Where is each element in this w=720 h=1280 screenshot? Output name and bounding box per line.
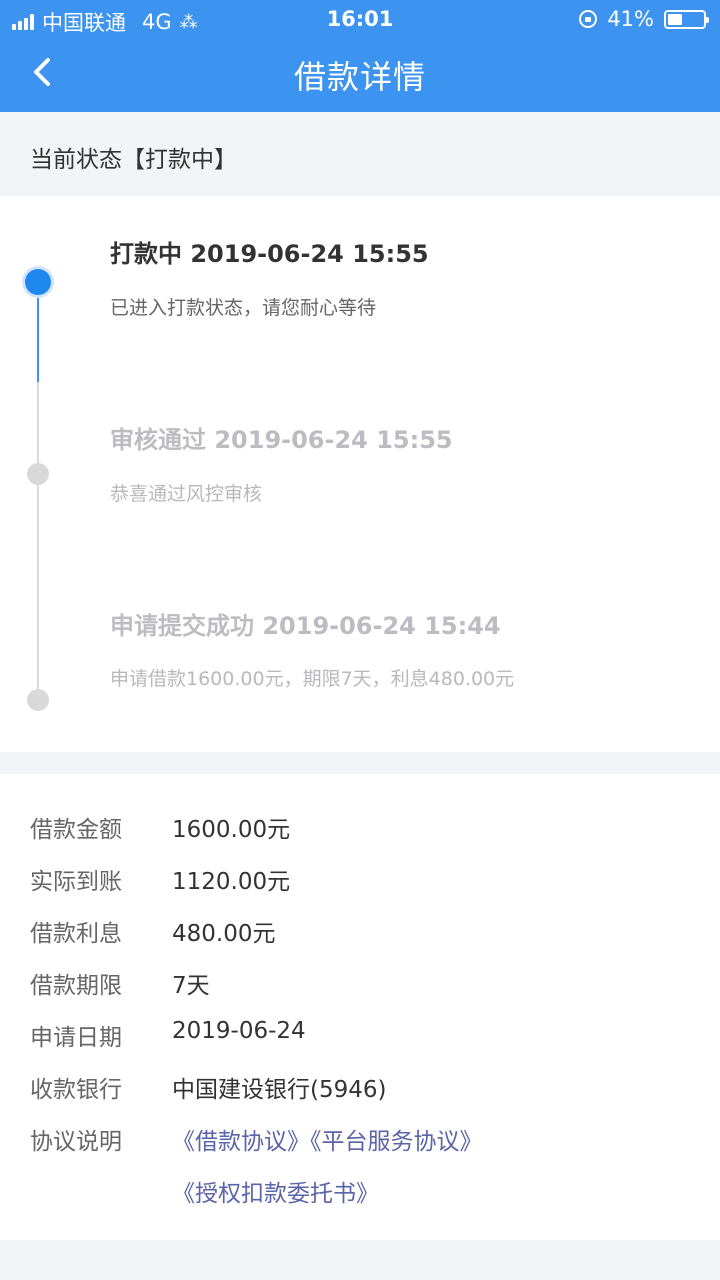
timeline-line bbox=[37, 382, 39, 700]
detail-row-agreement-2: 《授权扣款委托书》 bbox=[0, 1168, 720, 1208]
detail-label: 借款利息 bbox=[30, 921, 122, 947]
detail-row-actual-received: 实际到账 1120.00元 bbox=[0, 856, 720, 896]
detail-value: 1600.00元 bbox=[172, 817, 291, 843]
timeline-card: 打款中 2019-06-24 15:55 已进入打款状态，请您耐心等待 审核通过… bbox=[0, 196, 720, 752]
loan-agreement-link[interactable]: 《借款协议》 bbox=[172, 1129, 310, 1155]
detail-row-agreement: 协议说明 《借款协议》《平台服务协议》 bbox=[0, 1116, 720, 1156]
detail-label: 申请日期 bbox=[30, 1025, 122, 1051]
timeline-item-desc: 恭喜通过风控审核 bbox=[110, 483, 263, 505]
agreement-links: 《借款协议》《平台服务协议》 bbox=[172, 1122, 483, 1156]
detail-row-interest: 借款利息 480.00元 bbox=[0, 908, 720, 948]
timeline-item-desc: 申请借款1600.00元，期限7天，利息480.00元 bbox=[110, 668, 515, 690]
timeline-item-title: 审核通过 2019-06-24 15:55 bbox=[110, 426, 453, 454]
current-status-row: 当前状态【打款中】 bbox=[0, 112, 720, 196]
detail-label: 借款金额 bbox=[30, 817, 122, 843]
battery-percent: 41% bbox=[607, 7, 654, 31]
timeline-dot bbox=[27, 689, 49, 711]
detail-label: 借款期限 bbox=[30, 973, 122, 999]
status-bar: 中国联通 4G ⁂ 16:01 41% bbox=[0, 0, 720, 38]
timeline-line-active bbox=[37, 282, 39, 382]
detail-row-loan-amount: 借款金额 1600.00元 bbox=[0, 804, 720, 844]
detail-value: 7天 bbox=[172, 973, 210, 999]
detail-value: 1120.00元 bbox=[172, 869, 291, 895]
detail-row-bank: 收款银行 中国建设银行(5946) bbox=[0, 1064, 720, 1104]
header: 中国联通 4G ⁂ 16:01 41% 借款详情 bbox=[0, 0, 720, 112]
loan-details-card: 借款金额 1600.00元 实际到账 1120.00元 借款利息 480.00元… bbox=[0, 774, 720, 1240]
timeline-dot bbox=[27, 463, 49, 485]
detail-label: 实际到账 bbox=[30, 869, 122, 895]
timeline-item-title: 申请提交成功 2019-06-24 15:44 bbox=[110, 612, 501, 640]
detail-label: 协议说明 bbox=[30, 1129, 122, 1155]
debit-authorization-link[interactable]: 《授权扣款委托书》 bbox=[172, 1181, 379, 1207]
timeline-item-desc: 已进入打款状态，请您耐心等待 bbox=[110, 297, 377, 319]
timeline-item-title: 打款中 2019-06-24 15:55 bbox=[110, 240, 429, 268]
timeline-dot-active bbox=[25, 269, 51, 295]
detail-value: 2019-06-24 bbox=[172, 1018, 306, 1044]
detail-row-apply-date: 申请日期 2019-06-24 bbox=[0, 1012, 720, 1052]
detail-label: 收款银行 bbox=[30, 1077, 122, 1103]
agreement-links-2: 《授权扣款委托书》 bbox=[172, 1174, 379, 1208]
nav-bar: 借款详情 bbox=[0, 38, 720, 112]
orientation-lock-icon bbox=[579, 10, 598, 28]
detail-row-term: 借款期限 7天 bbox=[0, 960, 720, 1000]
current-status-text: 当前状态【打款中】 bbox=[30, 147, 237, 173]
page-title: 借款详情 bbox=[293, 58, 426, 96]
battery-icon bbox=[664, 9, 709, 29]
status-bar-right: 41% bbox=[579, 7, 709, 31]
detail-value: 中国建设银行(5946) bbox=[172, 1077, 387, 1103]
platform-service-agreement-link[interactable]: 《平台服务协议》 bbox=[310, 1129, 483, 1155]
detail-value: 480.00元 bbox=[172, 921, 276, 947]
